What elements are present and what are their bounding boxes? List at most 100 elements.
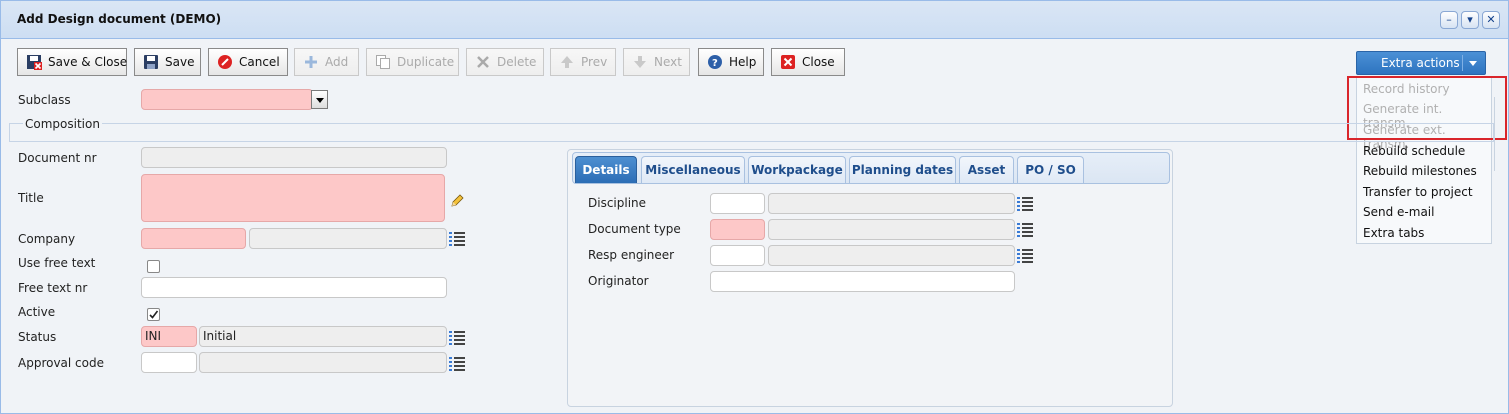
close-button[interactable]: Close <box>771 48 845 76</box>
minimize-button[interactable]: – <box>1440 11 1458 29</box>
composition-fieldset <box>9 123 1494 142</box>
minimize-icon: – <box>1446 13 1452 26</box>
resp-engineer-lookup-icon[interactable] <box>1017 249 1033 263</box>
free-text-nr-label: Free text nr <box>18 281 88 295</box>
add-label: Add <box>325 55 349 69</box>
company-name-field <box>249 228 447 249</box>
originator-label: Originator <box>588 274 649 288</box>
menu-item-rebuild-milestones[interactable]: Rebuild milestones <box>1363 164 1477 178</box>
extra-actions-label: Extra actions <box>1381 56 1460 70</box>
details-tab-panel: Details Miscellaneous Workpackage Planni… <box>567 149 1173 407</box>
discipline-code-field[interactable] <box>710 193 765 214</box>
delete-icon <box>475 54 491 70</box>
use-free-text-checkbox[interactable] <box>147 260 160 273</box>
extra-actions-button[interactable]: Extra actions <box>1356 51 1486 75</box>
cancel-button[interactable]: Cancel <box>208 48 288 76</box>
save-icon <box>143 54 159 70</box>
use-free-text-label: Use free text <box>18 256 96 270</box>
status-label: Status <box>18 330 57 344</box>
tab-planning-dates[interactable]: Planning dates <box>849 156 956 183</box>
close-icon <box>780 54 796 70</box>
delete-label: Delete <box>497 55 537 69</box>
next-button[interactable]: Next <box>623 48 690 76</box>
approval-code-field[interactable] <box>141 352 197 373</box>
status-lookup-icon[interactable] <box>449 331 465 345</box>
arrow-up-icon <box>559 54 575 70</box>
checkmark-icon <box>149 310 159 319</box>
tab-po-so[interactable]: PO / SO <box>1017 156 1084 183</box>
tab-strip: Details Miscellaneous Workpackage Planni… <box>572 152 1170 184</box>
menu-item-rebuild-schedule[interactable]: Rebuild schedule <box>1363 144 1465 158</box>
close-icon: ✕ <box>1486 13 1496 26</box>
composition-legend: Composition <box>23 117 102 131</box>
active-checkbox[interactable] <box>147 308 160 321</box>
close-label: Close <box>802 55 835 69</box>
chevron-down-icon: ▾ <box>1467 13 1473 26</box>
title-textarea[interactable] <box>141 174 445 222</box>
help-label: Help <box>729 55 757 69</box>
discipline-name-field <box>768 193 1015 214</box>
document-type-label: Document type <box>588 222 681 236</box>
document-type-lookup-icon[interactable] <box>1017 223 1033 237</box>
collapse-button[interactable]: ▾ <box>1461 11 1479 29</box>
add-design-document-window: Add Design document (DEMO) – ▾ ✕ Save & … <box>0 0 1509 414</box>
company-lookup-icon[interactable] <box>449 232 465 246</box>
originator-field[interactable] <box>710 271 1015 292</box>
save-close-icon <box>26 54 42 70</box>
tab-workpackage[interactable]: Workpackage <box>748 156 846 183</box>
window-close-button[interactable]: ✕ <box>1482 11 1500 29</box>
tab-details[interactable]: Details <box>575 156 637 183</box>
save-close-button[interactable]: Save & Close <box>17 48 127 76</box>
save-close-label: Save & Close <box>48 55 128 69</box>
svg-text:?: ? <box>712 58 718 69</box>
document-type-code-field[interactable] <box>710 219 765 240</box>
button-separator <box>1462 55 1463 71</box>
subclass-label: Subclass <box>18 93 71 107</box>
window-titlebar: Add Design document (DEMO) – ▾ ✕ <box>1 1 1508 39</box>
delete-button[interactable]: Delete <box>466 48 544 76</box>
chevron-down-icon <box>1469 61 1477 66</box>
arrow-down-icon <box>632 54 648 70</box>
window-title: Add Design document (DEMO) <box>17 12 222 26</box>
prev-button[interactable]: Prev <box>550 48 616 76</box>
approval-code-name-field <box>199 352 447 373</box>
document-nr-label: Document nr <box>18 151 97 165</box>
help-icon: ? <box>707 54 723 70</box>
duplicate-label: Duplicate <box>397 55 455 69</box>
discipline-label: Discipline <box>588 196 647 210</box>
status-name-field: Initial <box>199 326 447 347</box>
edit-pencil-icon[interactable] <box>450 194 464 211</box>
subclass-dropdown-button[interactable] <box>311 90 328 109</box>
menu-item-extra-tabs[interactable]: Extra tabs <box>1363 226 1424 240</box>
menu-item-transfer-to-project[interactable]: Transfer to project <box>1363 185 1473 199</box>
subclass-select[interactable] <box>141 89 313 110</box>
resp-engineer-name-field <box>768 245 1015 266</box>
help-button[interactable]: ? Help <box>698 48 764 76</box>
tab-asset[interactable]: Asset <box>959 156 1014 183</box>
active-label: Active <box>18 305 56 319</box>
company-label: Company <box>18 232 76 246</box>
scrollbar-track <box>1494 97 1495 171</box>
cancel-label: Cancel <box>239 55 280 69</box>
document-type-name-field <box>768 219 1015 240</box>
next-label: Next <box>654 55 682 69</box>
tab-miscellaneous[interactable]: Miscellaneous <box>641 156 745 183</box>
save-label: Save <box>165 55 195 69</box>
cancel-icon <box>217 54 233 70</box>
duplicate-icon <box>375 54 391 70</box>
save-button[interactable]: Save <box>134 48 201 76</box>
prev-label: Prev <box>581 55 608 69</box>
status-code-field[interactable]: INI <box>141 326 197 347</box>
discipline-lookup-icon[interactable] <box>1017 197 1033 211</box>
add-icon <box>303 54 319 70</box>
free-text-nr-field[interactable] <box>141 277 447 298</box>
resp-engineer-label: Resp engineer <box>588 248 675 262</box>
approval-code-lookup-icon[interactable] <box>449 357 465 371</box>
company-code-field[interactable] <box>141 228 246 249</box>
resp-engineer-code-field[interactable] <box>710 245 765 266</box>
document-nr-field[interactable] <box>141 147 447 168</box>
title-label: Title <box>18 191 44 205</box>
menu-item-send-email[interactable]: Send e-mail <box>1363 205 1434 219</box>
add-button[interactable]: Add <box>294 48 359 76</box>
duplicate-button[interactable]: Duplicate <box>366 48 459 76</box>
